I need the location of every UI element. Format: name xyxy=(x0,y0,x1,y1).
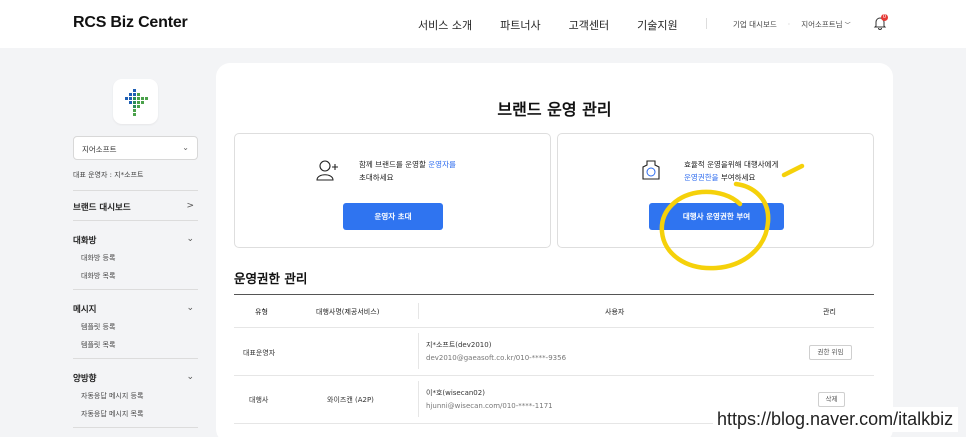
nav-item-service-intro[interactable]: 서비스 소개 xyxy=(418,17,472,33)
table-row-divider xyxy=(234,327,874,328)
invite-text-highlight: 운영자를 xyxy=(428,160,456,169)
chevron-down-icon: ⌄ xyxy=(186,303,194,313)
agency-text-suffix: 부여하세요 xyxy=(718,173,756,182)
table-col-separator xyxy=(418,381,419,417)
nav-item-tech-support[interactable]: 기술지원 xyxy=(637,17,677,33)
agency-text-highlight: 운영권한을 xyxy=(684,173,719,182)
brand-select-value: 지어소프트 xyxy=(82,145,117,154)
brand-select[interactable]: 지어소프트 ⌄ xyxy=(73,136,198,160)
sidebar-item-two-way[interactable]: 양방향 ⌄ xyxy=(73,372,198,384)
table-header-type: 유형 xyxy=(255,308,268,316)
nav-item-partners[interactable]: 파트너사 xyxy=(500,17,540,33)
add-user-icon xyxy=(316,160,338,181)
page-title: 브랜드 운영 관리 xyxy=(497,100,612,119)
agency-text-line1: 효율적 운영을위해 대행사에게 xyxy=(684,160,779,169)
agency-description: 효율적 운영을위해 대행사에게 운영권한을 부여하세요 xyxy=(684,158,778,184)
sidebar-subitem-chatroom-list[interactable]: 대화방 목록 xyxy=(81,271,115,281)
sidebar-divider xyxy=(73,289,198,290)
header-dot-separator: · xyxy=(787,20,791,29)
sidebar-item-label: 메시지 xyxy=(73,305,97,315)
table-row-divider xyxy=(234,375,874,376)
sidebar-subitem-auto-reply-list[interactable]: 자동응답 메시지 목록 xyxy=(81,409,143,419)
main-nav: 서비스 소개 파트너사 고객센터 기술지원 xyxy=(405,17,706,33)
row-type: 대행사 xyxy=(249,396,269,404)
corp-dashboard-link[interactable]: 기업 대시보드 xyxy=(733,19,777,30)
sidebar-subitem-template-list[interactable]: 템플릿 목록 xyxy=(81,340,115,350)
delegate-permission-button[interactable]: 권한 위임 xyxy=(809,345,852,360)
table-col-separator xyxy=(418,333,419,369)
site-logo[interactable]: RCS Biz Center xyxy=(73,14,188,32)
sidebar-subitem-chatroom-register[interactable]: 대화방 등록 xyxy=(81,253,115,263)
user-menu[interactable]: 지어소프트님 xyxy=(801,19,842,30)
top-header: RCS Biz Center 서비스 소개 파트너사 고객센터 기술지원 기업 … xyxy=(0,0,966,48)
sidebar-divider xyxy=(73,190,198,191)
invite-text-prefix: 함께 브랜드를 운영할 xyxy=(359,160,429,169)
invite-operator-button[interactable]: 운영자 초대 xyxy=(343,203,443,230)
chevron-down-icon: ⌄ xyxy=(182,143,189,152)
invite-text-line2: 초대하세요 xyxy=(359,173,394,182)
grant-agency-permission-button[interactable]: 대행사 운영권한 부여 xyxy=(649,203,784,230)
nav-item-customer-center[interactable]: 고객센터 xyxy=(569,17,609,33)
header-user-area: 기업 대시보드 · 지어소프트님 ﹀ xyxy=(733,19,851,30)
chevron-down-icon: ⌄ xyxy=(186,234,194,244)
sidebar-subitem-template-register[interactable]: 템플릿 등록 xyxy=(81,322,115,332)
sidebar-subitem-auto-reply-register[interactable]: 자동응답 메시지 등록 xyxy=(81,391,143,401)
delete-button[interactable]: 삭제 xyxy=(818,392,845,407)
row-user-contact: hjunni@wisecan.com/010-****-1171 xyxy=(426,402,553,410)
table-top-border xyxy=(234,294,874,295)
sidebar-item-label: 양방향 xyxy=(73,374,97,384)
shield-badge-icon xyxy=(642,160,660,180)
notification-badge: 0 xyxy=(881,14,888,21)
representative-operator: 대표 운영자 : 지*소프트 xyxy=(73,171,144,179)
sidebar-item-label: 브랜드 대시보드 xyxy=(73,203,131,213)
blog-url-watermark: https://blog.naver.com/italkbiz xyxy=(713,407,958,432)
invite-description: 함께 브랜드를 운영할 운영자를 초대하세요 xyxy=(359,158,456,184)
sidebar-divider xyxy=(73,220,198,221)
brand-logo xyxy=(113,79,158,124)
sidebar-divider xyxy=(73,358,198,359)
table-header-agency: 대행사명(제공서비스) xyxy=(316,308,380,316)
invite-operator-card: 함께 브랜드를 운영할 운영자를 초대하세요 운영자 초대 xyxy=(234,133,551,248)
brand-pixel-logo-icon xyxy=(125,89,148,116)
row-type: 대표운영자 xyxy=(243,349,276,357)
chevron-down-icon[interactable]: ﹀ xyxy=(845,20,851,29)
table-header-manage: 관리 xyxy=(823,308,836,316)
row-user-contact: dev2010@gaeasoft.co.kr/010-****-9356 xyxy=(426,354,567,362)
row-user-name: 지*소프트(dev2010) xyxy=(426,341,492,349)
chevron-right-icon: > xyxy=(186,201,194,211)
sidebar-item-chatroom[interactable]: 대화방 ⌄ xyxy=(73,234,198,246)
sidebar-item-label: 대화방 xyxy=(73,236,97,246)
sidebar-item-message[interactable]: 메시지 ⌄ xyxy=(73,303,198,315)
table-col-separator xyxy=(418,303,419,319)
agency-permission-card: 효율적 운영을위해 대행사에게 운영권한을 부여하세요 대행사 운영권한 부여 xyxy=(557,133,874,248)
table-header-user: 사용자 xyxy=(605,308,625,316)
chevron-down-icon: ⌄ xyxy=(186,372,194,382)
header-divider xyxy=(706,18,707,29)
sidebar-item-brand-dashboard[interactable]: 브랜드 대시보드 > xyxy=(73,201,198,213)
row-agency-name: 와이즈캔 (A2P) xyxy=(327,396,374,404)
sidebar-divider xyxy=(73,427,198,428)
main-content: 브랜드 운영 관리 함께 브랜드를 운영할 운영자를 초대하세요 운영자 초대 … xyxy=(216,63,893,437)
row-user-name: 이*호(wisecan02) xyxy=(426,389,485,397)
section-title-permission-management: 운영권한 관리 xyxy=(234,271,308,286)
